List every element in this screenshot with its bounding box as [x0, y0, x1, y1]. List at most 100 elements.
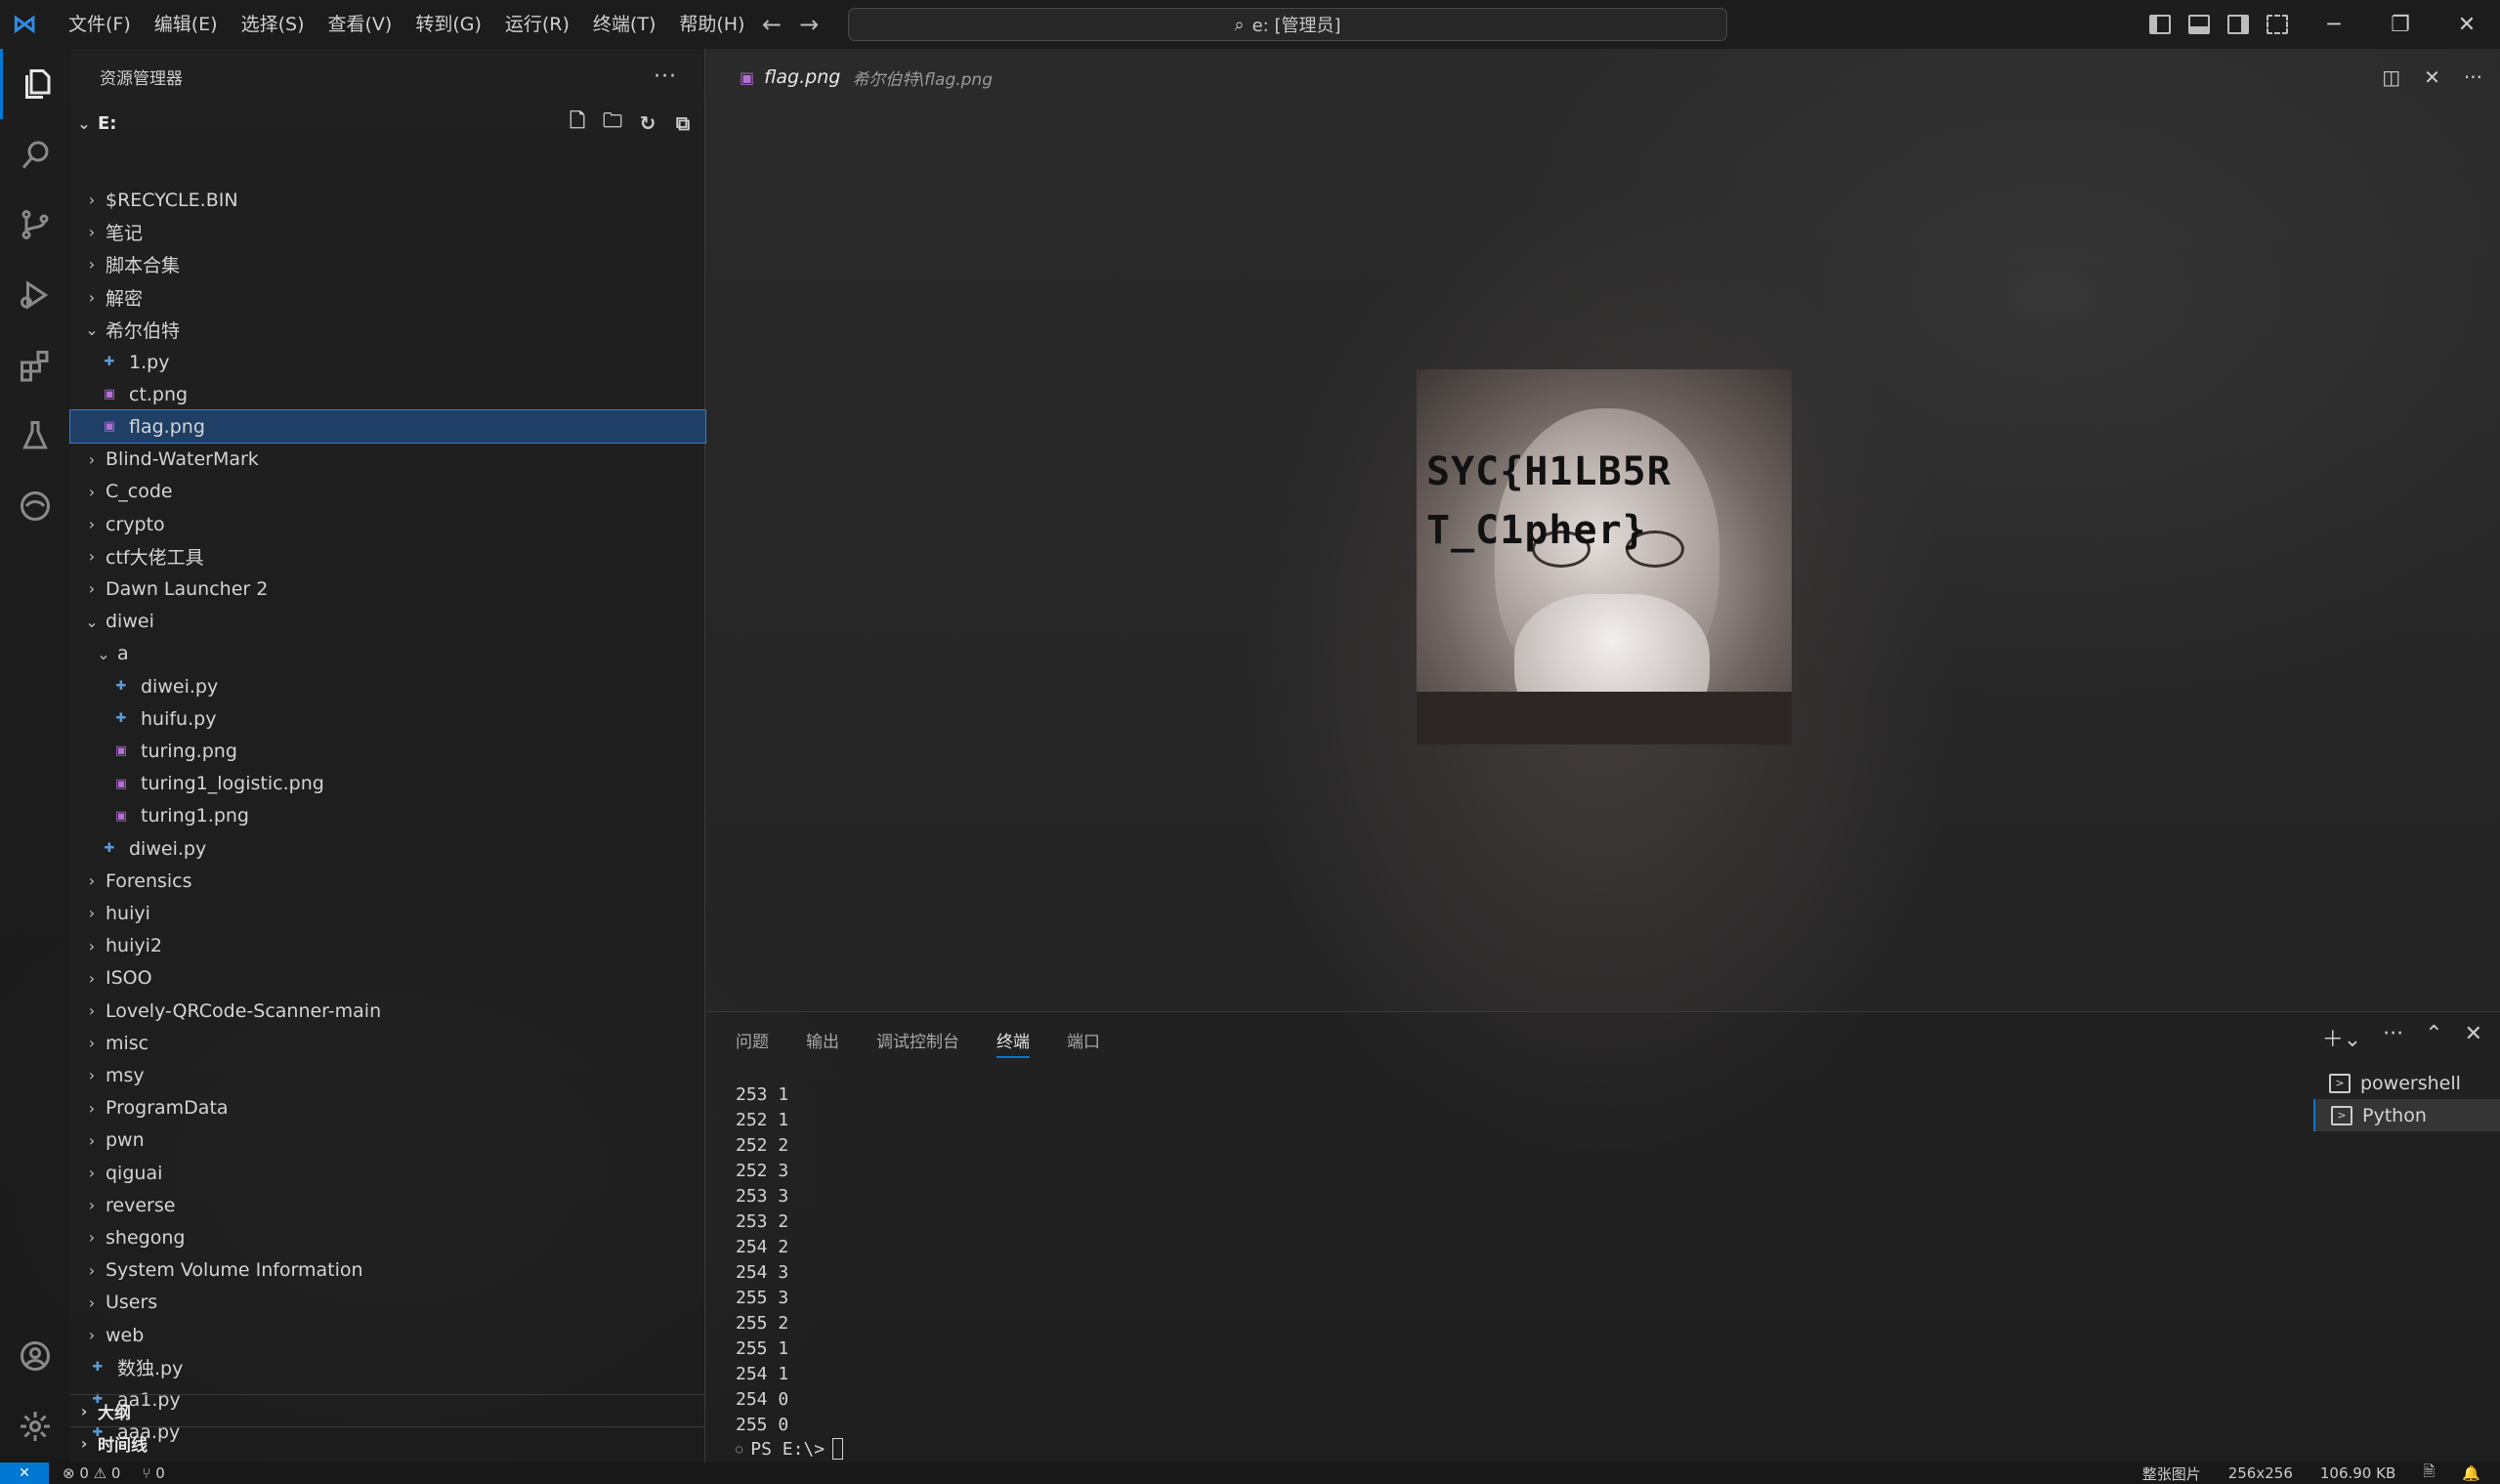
image-preview[interactable]: SYC{H1LB5R T_C1pher}	[1417, 369, 1792, 744]
tree-folder[interactable]: ⌄ diwei	[70, 606, 705, 638]
tree-file[interactable]: ▣ flag.png	[69, 409, 706, 445]
tree-folder[interactable]: › msy	[70, 1059, 705, 1091]
tree-folder[interactable]: › web	[70, 1319, 705, 1351]
source-control-icon[interactable]	[0, 190, 70, 260]
new-file-icon[interactable]: 🗋	[567, 108, 588, 134]
tree-file[interactable]: ▣ turing.png	[70, 735, 705, 767]
panel-tab[interactable]: 端口	[1067, 1028, 1100, 1058]
command-center-search[interactable]: ⌕ e: [管理员]	[848, 8, 1727, 41]
settings-gear-icon[interactable]	[0, 1391, 70, 1462]
menu-file[interactable]: 文件(F)	[57, 0, 143, 49]
account-icon[interactable]	[0, 1321, 70, 1391]
tree-folder[interactable]: › Lovely-QRCode-Scanner-main	[70, 995, 705, 1027]
tree-folder[interactable]: › ctf大佬工具	[70, 540, 705, 572]
tree-folder[interactable]: › misc	[70, 1027, 705, 1059]
tree-file[interactable]: ✚ diwei.py	[70, 832, 705, 865]
forward-arrow-icon[interactable]: →	[799, 11, 819, 38]
back-arrow-icon[interactable]: ←	[762, 11, 782, 38]
extensions-icon[interactable]	[0, 330, 70, 401]
tree-folder[interactable]: › qiguai	[70, 1157, 705, 1189]
tree-file[interactable]: ✚ diwei.py	[70, 670, 705, 702]
menu-edit[interactable]: 编辑(E)	[143, 0, 230, 49]
tree-item-label: reverse	[106, 1194, 176, 1216]
toggle-primary-sidebar-icon[interactable]	[2149, 15, 2171, 34]
collapse-all-icon[interactable]: ⧉	[672, 111, 694, 135]
tree-folder[interactable]: ⌄ a	[70, 638, 705, 670]
status-problems[interactable]: ⊗ 0 ⚠ 0 ⑂ 0	[63, 1464, 165, 1482]
tree-folder[interactable]: › Dawn Launcher 2	[70, 572, 705, 605]
tree-folder[interactable]: › C_code	[70, 476, 705, 508]
notifications-bell-icon[interactable]: 🔔	[2462, 1464, 2480, 1482]
toggle-secondary-sidebar-icon[interactable]	[2227, 15, 2249, 34]
tree-folder[interactable]: › $RECYCLE.BIN	[70, 184, 705, 216]
tree-folder[interactable]: › shegong	[70, 1221, 705, 1253]
panel-more-icon[interactable]: ···	[2383, 1022, 2403, 1053]
terminal-line: 255 3	[736, 1288, 789, 1308]
chevron-right-icon: ›	[88, 1164, 96, 1182]
run-debug-icon[interactable]	[0, 260, 70, 330]
tree-folder[interactable]: › Users	[70, 1287, 705, 1319]
terminal-output[interactable]: 253 1 252 1 252 2 252 3 253 3 253 2 254 2 254 3…	[736, 1082, 788, 1438]
maximize-panel-icon[interactable]: ⌃	[2425, 1022, 2442, 1053]
close-panel-icon[interactable]: ✕	[2465, 1022, 2482, 1053]
restore-icon[interactable]: ❐	[2367, 0, 2434, 49]
tree-file[interactable]: ✚ 1.py	[70, 346, 705, 378]
tree-folder[interactable]: › huiyi	[70, 897, 705, 929]
minimize-icon[interactable]: ─	[2301, 0, 2367, 49]
menu-selection[interactable]: 选择(S)	[230, 0, 317, 49]
tree-folder[interactable]: › huiyi2	[70, 930, 705, 962]
chevron-right-icon: ›	[88, 515, 96, 533]
tree-folder[interactable]: › reverse	[70, 1189, 705, 1221]
tree-folder[interactable]: › 笔记	[70, 216, 705, 248]
image-zoom-mode[interactable]: 整张图片	[2142, 1463, 2201, 1484]
menu-help[interactable]: 帮助(H)	[667, 0, 756, 49]
toggle-panel-icon[interactable]	[2188, 15, 2210, 34]
tree-folder[interactable]: › crypto	[70, 508, 705, 540]
menu-view[interactable]: 查看(V)	[317, 0, 404, 49]
outline-section[interactable]: › 大纲	[70, 1394, 705, 1426]
panel-tab[interactable]: 调试控制台	[876, 1028, 959, 1058]
tree-folder[interactable]: ⌄ 希尔伯特	[70, 314, 705, 346]
timeline-section[interactable]: › 时间线	[70, 1426, 705, 1459]
terminal-prompt[interactable]: ○ PS E:\>	[736, 1438, 844, 1460]
tree-file[interactable]: ▣ turing1_logistic.png	[70, 768, 705, 800]
new-terminal-icon[interactable]: ＋⌄	[2322, 1022, 2361, 1053]
tree-file[interactable]: ▣ turing1.png	[70, 800, 705, 832]
menu-go[interactable]: 转到(G)	[403, 0, 493, 49]
tree-folder[interactable]: › ProgramData	[70, 1092, 705, 1124]
menu-run[interactable]: 运行(R)	[493, 0, 581, 49]
close-window-icon[interactable]: ✕	[2434, 0, 2500, 49]
tree-folder[interactable]: › System Volume Information	[70, 1254, 705, 1287]
tree-file[interactable]: ✚ 数独.py	[70, 1351, 705, 1383]
menu-terminal[interactable]: 终端(T)	[581, 0, 667, 49]
terminal-instance[interactable]: > powershell	[2313, 1067, 2500, 1099]
terminal-instance[interactable]: > Python	[2313, 1099, 2500, 1131]
tree-folder[interactable]: › pwn	[70, 1124, 705, 1157]
chevron-right-icon: ›	[88, 223, 96, 242]
close-editor-icon[interactable]: ✕	[2424, 65, 2440, 89]
tree-folder[interactable]: › 解密	[70, 281, 705, 314]
tree-file[interactable]: ▣ ct.png	[70, 378, 705, 410]
panel-tab[interactable]: 输出	[806, 1028, 839, 1058]
tree-file[interactable]: ✚ huifu.py	[70, 702, 705, 735]
refresh-icon[interactable]: ↻	[637, 111, 658, 135]
panel-tab[interactable]: 终端	[996, 1028, 1030, 1058]
customize-layout-icon[interactable]	[2267, 15, 2288, 34]
workspace-root[interactable]: ⌄ E: 🗋 🗀 ↻ ⧉	[70, 107, 705, 140]
panel-tab[interactable]: 问题	[736, 1028, 769, 1058]
tree-folder[interactable]: › 脚本合集	[70, 248, 705, 280]
more-actions-icon[interactable]: ···	[654, 64, 677, 89]
remote-indicator-icon[interactable]: ✕	[0, 1463, 49, 1484]
tree-folder[interactable]: › ISOO	[70, 962, 705, 995]
testing-flask-icon[interactable]	[0, 401, 70, 471]
new-folder-icon[interactable]: 🗀	[602, 108, 623, 134]
search-activity-icon[interactable]	[0, 119, 70, 190]
split-editor-icon[interactable]: ◫	[2382, 65, 2400, 89]
editor-tab[interactable]: ▣ flag.png 希尔伯特\flag.png ◫ ✕ ···	[706, 49, 2500, 106]
tree-folder[interactable]: › Forensics	[70, 865, 705, 897]
explorer-icon[interactable]	[0, 49, 70, 119]
remote-explorer-icon[interactable]	[0, 471, 70, 541]
tree-folder[interactable]: › Blind-WaterMark	[70, 444, 705, 476]
layout-icon[interactable]: 🗎	[2423, 1462, 2435, 1484]
editor-more-icon[interactable]: ···	[2464, 65, 2482, 89]
